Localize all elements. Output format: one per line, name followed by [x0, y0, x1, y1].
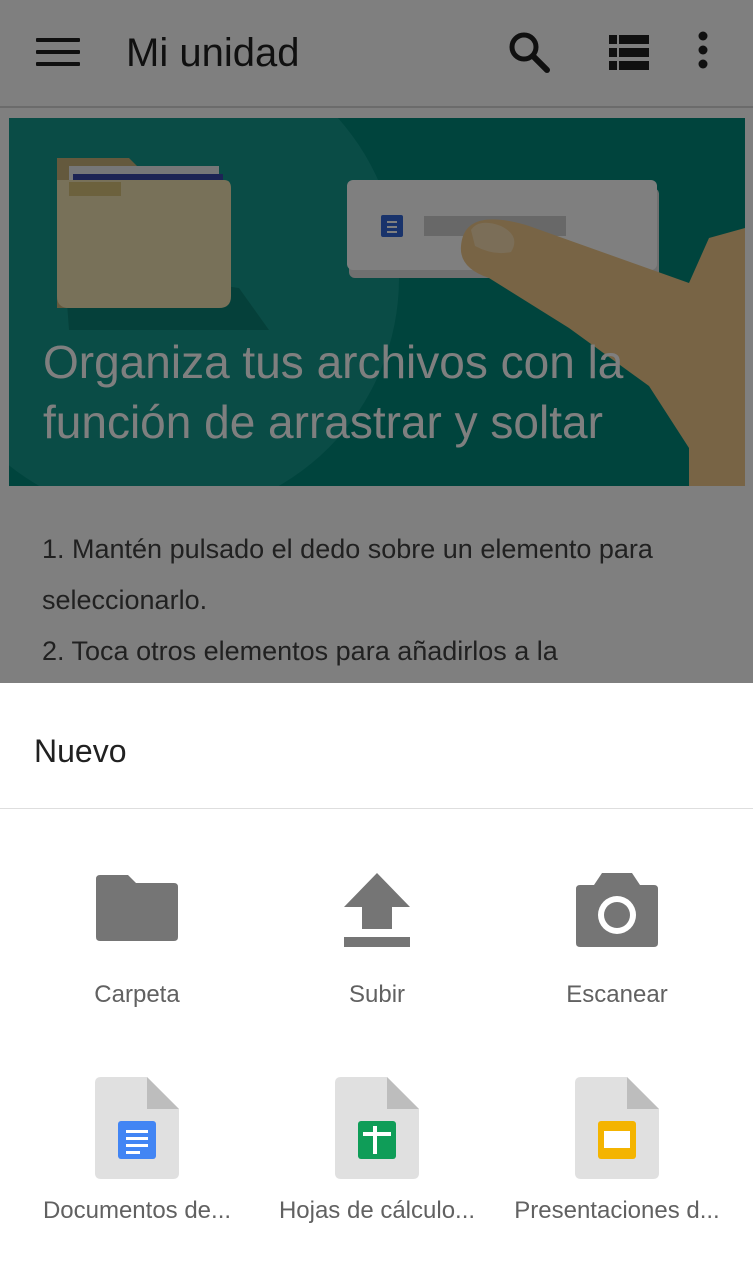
google-docs-icon	[95, 1077, 179, 1179]
google-sheets-icon	[335, 1077, 419, 1179]
google-slides-icon	[575, 1077, 659, 1179]
camera-icon	[576, 873, 658, 947]
folder-icon	[96, 875, 178, 941]
new-folder-button[interactable]: Carpeta	[17, 843, 257, 1043]
scan-button[interactable]: Escanear	[497, 843, 737, 1043]
tile-label: Documentos de...	[42, 1197, 232, 1224]
new-item-bottom-sheet: Nuevo Carpeta Subir Escanear Documentos …	[0, 683, 753, 1280]
tile-label: Carpeta	[94, 981, 180, 1008]
sheet-title: Nuevo	[34, 733, 127, 769]
new-slides-button[interactable]: Presentaciones d...	[497, 1063, 737, 1263]
tile-label: Escanear	[566, 981, 668, 1008]
tile-label: Presentaciones d...	[514, 1197, 720, 1224]
upload-icon	[344, 873, 410, 947]
sheet-divider	[0, 808, 753, 809]
upload-button[interactable]: Subir	[257, 843, 497, 1043]
new-docs-button[interactable]: Documentos de...	[17, 1063, 257, 1263]
tile-label: Subir	[348, 981, 406, 1008]
new-sheets-button[interactable]: Hojas de cálculo...	[257, 1063, 497, 1263]
tile-label: Hojas de cálculo...	[278, 1197, 476, 1224]
